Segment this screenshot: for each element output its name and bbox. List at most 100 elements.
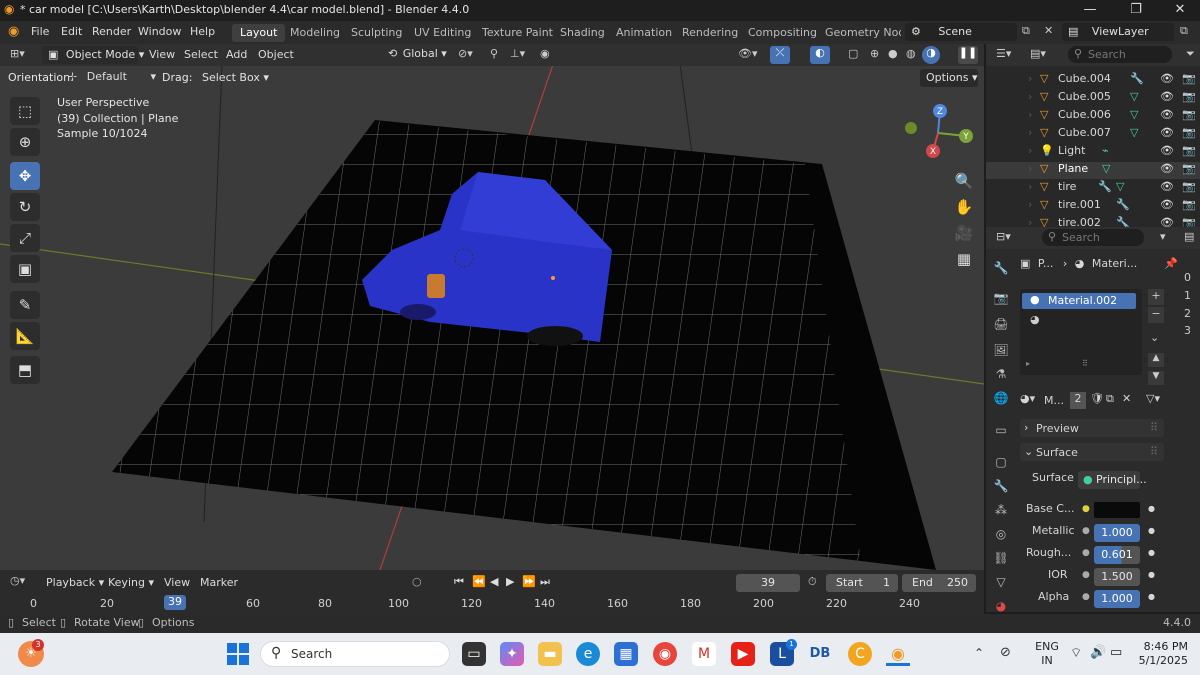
transform-tool[interactable]: ▣ (10, 255, 40, 283)
outliner-row-cube007[interactable]: › ▽ Cube.007 ▽ 👁 📷 (986, 126, 1200, 143)
network-off-icon[interactable]: ⊘ (1000, 645, 1011, 660)
tool-tab-icon[interactable]: 🔧 (990, 257, 1012, 279)
wireframe-shading-icon[interactable]: ⊕ (870, 47, 879, 60)
snap-icon[interactable]: ⚲ (490, 47, 498, 60)
material-datablock[interactable]: ◕▾ M... 2 🛡 ⧉ ✕ ▽▾ (1020, 391, 1200, 411)
viewport-menu-select[interactable]: Select (184, 48, 218, 61)
remove-slot-button[interactable]: − (1148, 307, 1164, 323)
display-mode-icon[interactable]: ▤▾ (1030, 47, 1046, 60)
options-dropdown[interactable]: Options ▾ (920, 69, 978, 87)
gmail-icon[interactable]: M (692, 642, 716, 666)
rotate-tool[interactable]: ↻ (10, 193, 40, 221)
eye-icon[interactable]: 👁 (1160, 126, 1174, 139)
new-view-layer-icon[interactable]: ⧉ (1180, 24, 1188, 38)
eye-icon[interactable]: 👁 (1160, 72, 1174, 85)
jump-end-icon[interactable]: ⏭ (540, 575, 550, 589)
pin-icon[interactable]: 📌 (1164, 257, 1178, 270)
move-up-button[interactable]: ▲ (1148, 353, 1164, 367)
task-view-icon[interactable]: ▭ (462, 642, 486, 666)
material-empty-slot-icon[interactable]: ◕ (1030, 313, 1040, 326)
duplicate-icon[interactable]: ⧉ (1106, 392, 1114, 406)
proportional-edit-icon[interactable]: ◉ (540, 47, 550, 60)
edge-icon[interactable]: e (576, 642, 600, 666)
chevron-up-icon[interactable]: ⌃ (974, 646, 984, 660)
xray-icon[interactable]: ▢ (848, 47, 858, 60)
properties-search-input[interactable]: ⚲ Search (1042, 229, 1144, 246)
output-tab-icon[interactable]: 🖨 (990, 313, 1012, 335)
marker-menu[interactable]: Marker (200, 576, 238, 589)
pause-render-icon[interactable]: ❚❚ (958, 46, 978, 64)
new-scene-icon[interactable]: ⧉ (1022, 24, 1030, 38)
battery-icon[interactable]: ▭ (1110, 645, 1122, 660)
eye-icon[interactable]: 👁 (1160, 198, 1174, 211)
surface-shader-field[interactable]: ● Principl... (1078, 471, 1147, 489)
maximize-button[interactable]: ❐ (1114, 0, 1158, 21)
pan-hand-icon[interactable]: ✋ (952, 195, 976, 219)
move-down-button[interactable]: ▼ (1148, 371, 1164, 385)
copilot-icon[interactable]: ✦ (500, 642, 524, 666)
tab-animation[interactable]: Animation (608, 24, 680, 42)
next-keyframe-icon[interactable]: ⏩ (522, 575, 536, 588)
render-tab-icon[interactable]: 📷 (990, 287, 1012, 309)
menu-window[interactable]: Window (138, 25, 181, 38)
constraints-tab-icon[interactable]: ⛓ (990, 547, 1012, 569)
eye-icon[interactable]: 👁 (1160, 162, 1174, 175)
outliner-row-light[interactable]: › 💡 Light ⌁ 👁 📷 (986, 144, 1200, 161)
ior-field[interactable]: 1.500 (1094, 568, 1140, 586)
camera-view-icon[interactable]: 🎥 (952, 221, 976, 245)
viewport-menu-view[interactable]: View (149, 48, 175, 61)
viewport-menu-add[interactable]: Add (226, 48, 247, 61)
camera-render-icon[interactable]: 📷 (1182, 180, 1196, 193)
blender-menu-icon[interactable]: ◉ (8, 24, 19, 39)
orientation-dropdown[interactable]: ⊹ Default ▾ (68, 70, 156, 83)
store-icon[interactable]: ▦ (614, 642, 638, 666)
slot-menu-icon[interactable]: ⌄ (1150, 331, 1159, 344)
drag-handle-icon[interactable]: ⠿ (1150, 421, 1158, 434)
menu-help[interactable]: Help (190, 25, 215, 38)
outliner-row-cube006[interactable]: › ▽ Cube.006 ▽ 👁 📷 (986, 108, 1200, 125)
outliner-row[interactable]: Cube.003 (986, 66, 1200, 71)
resize-handle[interactable]: ⠿ (1082, 359, 1088, 368)
timeline-view-menu[interactable]: View (164, 576, 190, 589)
end-frame-field[interactable]: End 250 (902, 574, 976, 592)
language-indicator[interactable]: ENG IN (1030, 640, 1064, 668)
outliner-editor-icon[interactable]: ☰▾ (996, 47, 1011, 60)
mode-selector[interactable]: ▣ Object Mode ▾ (42, 46, 144, 64)
prev-keyframe-icon[interactable]: ⏪ (472, 575, 486, 588)
c-app-icon[interactable]: C (848, 642, 872, 666)
minimize-button[interactable]: — (1068, 0, 1112, 21)
camera-render-icon[interactable]: 📷 (1182, 108, 1196, 121)
zoom-icon[interactable]: 🔍 (952, 169, 976, 193)
3d-viewport[interactable]: ⊞▾ ▣ Object Mode ▾ View Select Add Objec… (0, 44, 984, 570)
menu-edit[interactable]: Edit (61, 25, 82, 38)
clock[interactable]: 8:46 PM 5/1/2025 (1134, 640, 1188, 668)
tab-sculpting[interactable]: Sculpting (343, 24, 410, 42)
chrome-icon[interactable]: ◉ (653, 642, 677, 666)
alpha-field[interactable]: 1.000 (1094, 590, 1140, 608)
annotate-tool[interactable]: ✎ (10, 291, 40, 319)
camera-render-icon[interactable]: 📷 (1182, 198, 1196, 211)
list-expand-icon[interactable]: ▸ (1026, 359, 1030, 368)
volume-icon[interactable]: 🔊 (1090, 645, 1106, 660)
filter-icon[interactable]: ⏷ (1186, 47, 1195, 61)
preview-panel-header[interactable]: › Preview ⠿ (1020, 419, 1164, 437)
material-browse-icon[interactable]: ◕▾ (1020, 392, 1035, 405)
scene-selector[interactable]: ⚙ Scene (905, 23, 1017, 41)
tab-layout[interactable]: Layout (232, 24, 286, 42)
current-frame-field[interactable]: 39 (736, 574, 800, 592)
camera-render-icon[interactable]: 📷 (1182, 216, 1196, 227)
keyframe-dot-icon[interactable]: ● (1148, 570, 1155, 579)
select-box-tool[interactable]: ⬚ (10, 97, 40, 125)
fake-user-icon[interactable]: 🛡 (1090, 392, 1104, 405)
keying-menu[interactable]: Keying ▾ (108, 576, 154, 589)
particles-tab-icon[interactable]: ⁂ (990, 499, 1012, 521)
tab-compositing[interactable]: Compositing (740, 24, 825, 42)
cursor-tool[interactable]: ⊕ (10, 128, 40, 156)
outliner-row-tire002[interactable]: › ▽ tire.002 🔧 👁 📷 (986, 216, 1200, 227)
keyframe-dot-icon[interactable]: ● (1148, 504, 1155, 513)
menu-file[interactable]: File (31, 25, 49, 38)
roughness-field[interactable]: 0.601 (1094, 546, 1140, 564)
start-button[interactable] (226, 642, 250, 666)
data-tab-icon[interactable]: ▽ (990, 571, 1012, 593)
tab-geometry-nodes[interactable]: Geometry Node (817, 24, 901, 42)
